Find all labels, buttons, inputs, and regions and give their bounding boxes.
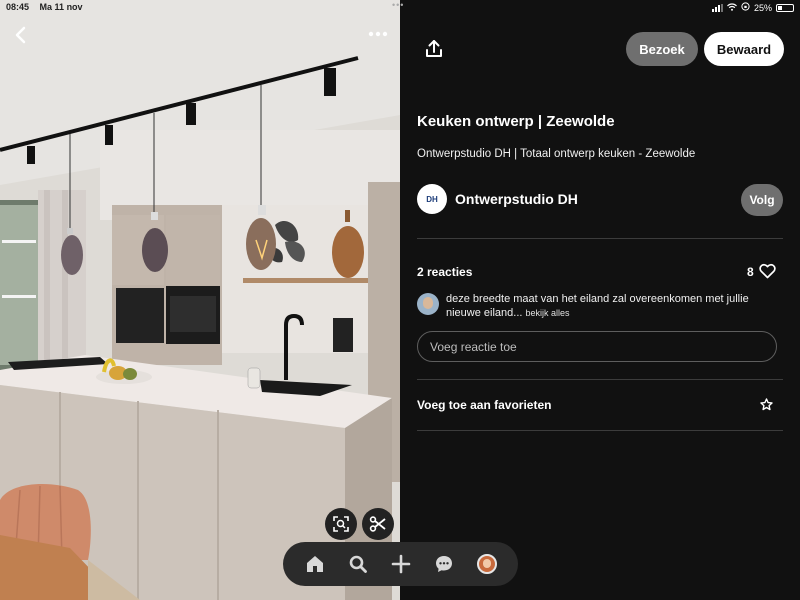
creator-avatar[interactable]: DH: [417, 184, 447, 214]
messages-icon: [435, 556, 452, 572]
multitasking-dots[interactable]: •••: [392, 0, 404, 10]
comment-text: deze breedte maat van het eiland zal ove…: [446, 292, 776, 320]
nav-messages[interactable]: [428, 548, 460, 580]
creator-logo-text: DH: [426, 194, 438, 204]
status-bar: 08:45 Ma 11 nov ••• 25%: [0, 0, 800, 14]
home-icon: [306, 556, 323, 572]
profile-avatar: [476, 554, 497, 574]
signal-icon: [711, 3, 723, 12]
like-count: 8: [747, 265, 754, 279]
pin-title: Keuken ontwerp | Zeewolde: [417, 113, 615, 130]
nav-create[interactable]: [385, 548, 417, 580]
add-to-favorites[interactable]: Voeg toe aan favorieten: [417, 398, 551, 412]
visual-search-icon: [333, 516, 349, 532]
plus-icon: [391, 554, 410, 574]
wifi-icon: [727, 2, 737, 13]
pin-description: Ontwerpstudio DH | Totaal ontwerp keuken…: [417, 148, 696, 160]
status-date: Ma 11 nov: [39, 2, 83, 12]
star-icon: [760, 398, 773, 411]
visual-search-button[interactable]: [325, 508, 357, 540]
divider: [417, 430, 783, 431]
back-arrow-icon: [15, 26, 26, 44]
divider: [417, 238, 783, 239]
heart-icon: [759, 263, 776, 279]
scissors-icon: [369, 516, 386, 532]
status-time: 08:45: [6, 2, 30, 12]
visit-button[interactable]: Bezoek: [626, 32, 698, 66]
creator-name[interactable]: Ontwerpstudio DH: [455, 191, 578, 207]
back-button[interactable]: [10, 24, 32, 46]
commenter-avatar[interactable]: [417, 293, 439, 315]
follow-button[interactable]: Volg: [741, 184, 783, 216]
nav-search[interactable]: [342, 548, 374, 580]
cutout-button[interactable]: [362, 508, 394, 540]
nav-home[interactable]: [299, 548, 331, 580]
search-icon: [349, 555, 367, 573]
orientation-lock-icon: [741, 2, 750, 13]
share-icon: [426, 40, 442, 57]
comment-body: deze breedte maat van het eiland zal ove…: [446, 293, 749, 319]
divider: [417, 379, 783, 380]
more-options-icon: [368, 31, 388, 37]
battery-icon: [776, 3, 794, 12]
more-options-button[interactable]: [364, 26, 392, 42]
comments-heading: 2 reacties: [417, 265, 473, 279]
status-left: 08:45 Ma 11 nov: [6, 2, 91, 12]
nav-profile[interactable]: [471, 548, 503, 580]
see-all-comments-link[interactable]: bekijk alles: [526, 308, 570, 318]
like-button[interactable]: [759, 263, 776, 279]
share-button[interactable]: [423, 38, 445, 60]
save-button[interactable]: Bewaard: [704, 32, 784, 66]
status-right: 25%: [711, 2, 794, 13]
battery-percent: 25%: [753, 2, 772, 13]
bottom-navigation: [283, 542, 518, 586]
favorite-star-button[interactable]: [760, 398, 773, 411]
pin-image[interactable]: [0, 0, 400, 600]
comment-input[interactable]: [417, 331, 777, 362]
